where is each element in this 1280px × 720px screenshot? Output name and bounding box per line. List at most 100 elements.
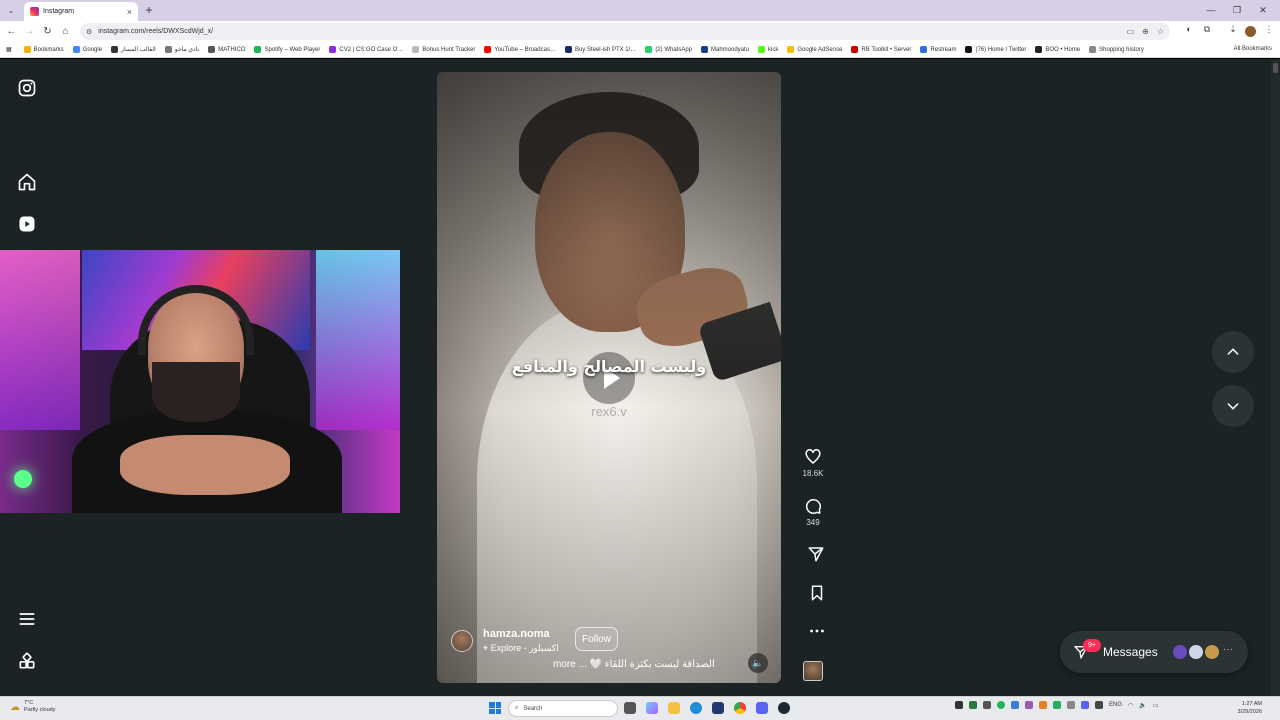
audio-thumbnail[interactable] [803, 661, 823, 681]
instagram-logo-icon[interactable] [17, 78, 37, 98]
home-browser-icon[interactable]: ⌂ [58, 24, 73, 39]
back-icon[interactable]: ← [4, 24, 19, 39]
video-watermark: rex6.v [591, 404, 627, 419]
bookmark-favicon-icon [787, 46, 795, 53]
steam-icon[interactable] [778, 702, 790, 714]
bookmark-item[interactable]: YouTube – Broadcas… [484, 46, 556, 53]
discord-icon[interactable] [756, 702, 768, 714]
file-explorer-icon[interactable] [668, 702, 680, 714]
bookmark-item[interactable]: (2) WhatsApp [645, 46, 692, 53]
bookmark-item[interactable]: القالب المسار [111, 46, 156, 53]
minimize-button[interactable]: — [1200, 2, 1222, 18]
taskbar-search[interactable]: ⌕ Search [508, 700, 618, 717]
chrome-icon[interactable] [734, 702, 746, 714]
more-options-icon[interactable] [804, 624, 830, 638]
windows-taskbar: ☁ 7°C Partly cloudy ⌕ Search ENG ◠ 🔈 ▭ 1… [0, 696, 1280, 720]
home-icon[interactable] [17, 172, 37, 192]
bookmark-item[interactable]: Spotify – Web Player [254, 46, 320, 53]
tab-title: Instagram [43, 8, 75, 15]
scroll-thumb[interactable] [1273, 63, 1278, 73]
bookmark-item[interactable]: kick [758, 46, 778, 53]
bookmark-item[interactable]: Restream [920, 46, 956, 53]
site-info-icon[interactable]: ⚙ [86, 28, 92, 36]
browser-menu-icon[interactable]: ⋮ [1262, 24, 1276, 35]
next-reel-button[interactable] [1212, 385, 1254, 427]
tab-close-icon[interactable]: × [127, 7, 132, 17]
downloads-icon[interactable]: ⇣ [1226, 24, 1240, 35]
reels-icon[interactable] [17, 214, 37, 234]
messages-badge: 9+ [1083, 639, 1101, 652]
tray-app-icon[interactable] [1025, 701, 1033, 709]
tray-app-icon[interactable] [997, 701, 1005, 709]
maximize-button[interactable]: ❐ [1226, 2, 1248, 18]
tray-app-icon[interactable] [983, 701, 991, 709]
reel-location[interactable]: ⌖ Explore - اكسبلور [483, 643, 559, 654]
previous-reel-button[interactable] [1212, 331, 1254, 373]
follow-button[interactable]: Follow [575, 627, 618, 651]
language-indicator[interactable]: ENG [1109, 702, 1122, 708]
tray-app-icon[interactable] [955, 701, 963, 709]
taskbar-clock[interactable]: 1:27 AM 3/29/2026 [1228, 700, 1262, 716]
store-icon[interactable] [712, 702, 724, 714]
bookmark-item[interactable]: BOO • Home [1035, 46, 1080, 53]
bookmark-item[interactable]: Bonus Hunt Tracker [412, 46, 475, 53]
comment-action[interactable]: 349 [800, 497, 826, 527]
like-action[interactable]: 18.6K [800, 448, 826, 478]
bookmark-item[interactable]: (76) Home / Twitter [965, 46, 1026, 53]
tab-search-button[interactable]: ⌄ [4, 4, 18, 17]
tray-app-icon[interactable] [1081, 701, 1089, 709]
author-name[interactable]: hamza.noma [483, 628, 559, 640]
speaker-icon[interactable]: 🔈 [1139, 702, 1146, 709]
messages-more-icon[interactable]: ··· [1223, 644, 1233, 655]
tray-app-icon[interactable] [1053, 701, 1061, 709]
windows-start-icon[interactable] [489, 702, 501, 714]
comment-icon[interactable] [804, 497, 822, 515]
bookmark-item[interactable]: Google [72, 46, 102, 53]
bookmark-item[interactable]: Google AdSense [787, 46, 842, 53]
close-window-button[interactable]: ✕ [1252, 2, 1274, 18]
battery-icon[interactable]: ▭ [1153, 702, 1159, 709]
edge-icon[interactable] [690, 702, 702, 714]
forward-icon[interactable]: → [22, 24, 37, 39]
new-tab-button[interactable]: + [142, 3, 156, 17]
author-avatar[interactable] [451, 630, 473, 652]
bookmark-item[interactable]: Shopping history [1089, 46, 1144, 53]
apps-grid-icon[interactable]: ▦ [6, 46, 12, 53]
reload-icon[interactable]: ↻ [40, 24, 55, 39]
bookmark-item[interactable]: نادي ماخو [164, 46, 199, 53]
task-view-icon[interactable] [624, 702, 636, 714]
bookmark-item[interactable]: MATHICO [208, 46, 245, 53]
cast-icon[interactable]: ◐ [1182, 24, 1196, 34]
bookmark-star-icon[interactable]: ☆ [1157, 27, 1164, 36]
bookmark-item[interactable]: CV2 | CS:GO Case O… [329, 46, 403, 53]
wifi-icon[interactable]: ◠ [1128, 702, 1133, 709]
menu-icon[interactable] [17, 609, 37, 629]
extensions-icon[interactable]: ⧉ [1200, 24, 1214, 35]
zoom-icon[interactable]: ⊕ [1142, 27, 1149, 36]
active-tab[interactable]: Instagram × [24, 2, 138, 21]
install-app-icon[interactable]: ▭ [1127, 27, 1135, 36]
tray-app-icon[interactable] [1067, 701, 1075, 709]
page-scrollbar[interactable] [1271, 59, 1280, 696]
bookmark-item[interactable]: Mahmoodyatu [701, 46, 749, 53]
address-bar[interactable]: ⚙ instagram.com/reels/DWXScdWjd_x/ ▭ ⊕ ☆ [80, 23, 1170, 40]
save-icon[interactable] [804, 584, 830, 602]
weather-widget[interactable]: ☁ 7°C Partly cloudy [10, 700, 56, 714]
reel-caption[interactable]: more ... 🤍 الصداقة ليست بكثرة اللقاء [553, 659, 715, 670]
tray-app-icon[interactable] [1095, 701, 1103, 709]
tray-app-icon[interactable] [969, 701, 977, 709]
share-icon[interactable] [803, 545, 829, 563]
copilot-icon[interactable] [646, 702, 658, 714]
tray-app-icon[interactable] [1011, 701, 1019, 709]
bookmark-item[interactable]: Bookmarks [23, 46, 64, 53]
volume-icon[interactable]: 🔈 [748, 653, 768, 673]
heart-icon[interactable] [804, 448, 822, 466]
bookmark-item[interactable]: RB Toolkit • Server [851, 46, 911, 53]
profile-avatar[interactable] [1245, 26, 1256, 37]
bookmark-item[interactable]: Buy Steel-ish PTX 1/… [564, 46, 636, 53]
more-apps-icon[interactable] [17, 651, 37, 671]
tray-app-icon[interactable] [1039, 701, 1047, 709]
all-bookmarks-button[interactable]: All Bookmarks [1229, 42, 1272, 57]
reel-video[interactable]: وليست المصالح والمنافع rex6.v hamza.noma… [437, 72, 781, 683]
messages-pill[interactable]: 9+ Messages ··· [1060, 631, 1248, 673]
